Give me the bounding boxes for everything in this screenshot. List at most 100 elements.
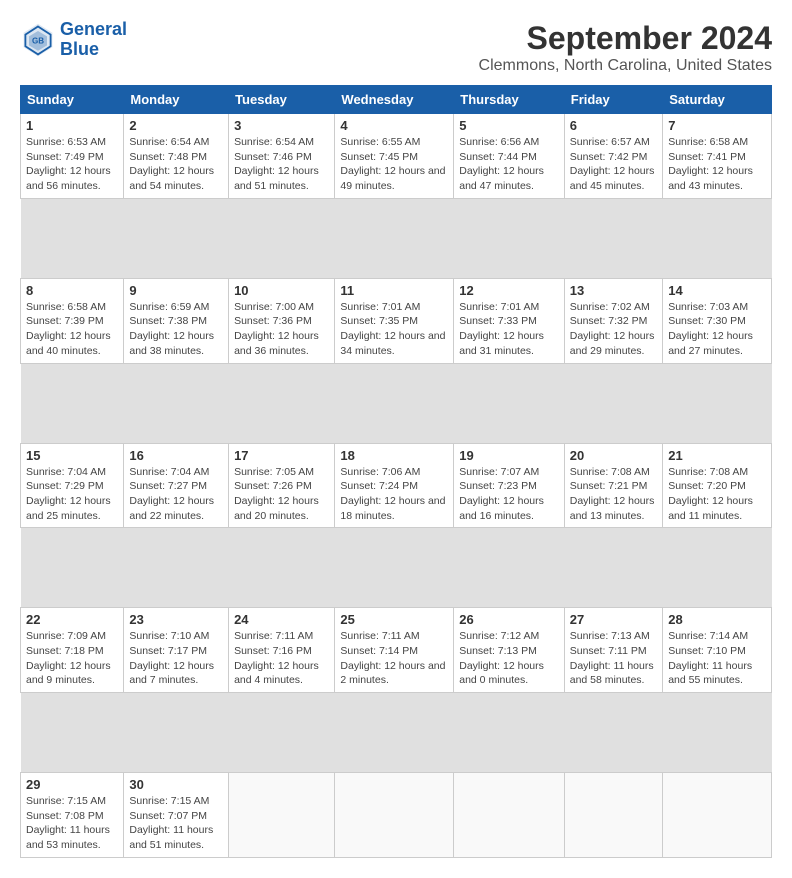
day-number: 15 xyxy=(26,448,118,463)
calendar-cell: 29 Sunrise: 7:15 AMSunset: 7:08 PMDaylig… xyxy=(21,773,124,858)
day-number: 16 xyxy=(129,448,223,463)
day-detail: Sunrise: 7:14 AMSunset: 7:10 PMDaylight:… xyxy=(668,630,752,686)
day-number: 1 xyxy=(26,118,118,133)
calendar-cell: 1 Sunrise: 6:53 AMSunset: 7:49 PMDayligh… xyxy=(21,114,124,199)
header-row: Sunday Monday Tuesday Wednesday Thursday… xyxy=(21,86,772,114)
calendar-cell: 30 Sunrise: 7:15 AMSunset: 7:07 PMDaylig… xyxy=(124,773,229,858)
day-number: 12 xyxy=(459,283,559,298)
calendar-cell: 28 Sunrise: 7:14 AMSunset: 7:10 PMDaylig… xyxy=(663,608,772,693)
calendar-cell: 3 Sunrise: 6:54 AMSunset: 7:46 PMDayligh… xyxy=(229,114,335,199)
calendar-cell: 4 Sunrise: 6:55 AMSunset: 7:45 PMDayligh… xyxy=(335,114,454,199)
title-area: September 2024 Clemmons, North Carolina,… xyxy=(479,20,772,75)
day-detail: Sunrise: 7:09 AMSunset: 7:18 PMDaylight:… xyxy=(26,630,111,686)
col-tuesday: Tuesday xyxy=(229,86,335,114)
day-number: 18 xyxy=(340,448,448,463)
calendar-cell: 25 Sunrise: 7:11 AMSunset: 7:14 PMDaylig… xyxy=(335,608,454,693)
day-number: 3 xyxy=(234,118,329,133)
day-number: 8 xyxy=(26,283,118,298)
calendar-cell: 16 Sunrise: 7:04 AMSunset: 7:27 PMDaylig… xyxy=(124,443,229,528)
header: GB General Blue September 2024 Clemmons,… xyxy=(20,20,772,75)
day-number: 24 xyxy=(234,612,329,627)
week-row-2: 8 Sunrise: 6:58 AMSunset: 7:39 PMDayligh… xyxy=(21,278,772,363)
calendar-cell: 14 Sunrise: 7:03 AMSunset: 7:30 PMDaylig… xyxy=(663,278,772,363)
day-detail: Sunrise: 7:15 AMSunset: 7:07 PMDaylight:… xyxy=(129,795,213,851)
day-detail: Sunrise: 7:06 AMSunset: 7:24 PMDaylight:… xyxy=(340,466,445,522)
day-detail: Sunrise: 7:04 AMSunset: 7:29 PMDaylight:… xyxy=(26,466,111,522)
day-detail: Sunrise: 6:57 AMSunset: 7:42 PMDaylight:… xyxy=(570,136,655,192)
day-detail: Sunrise: 7:01 AMSunset: 7:33 PMDaylight:… xyxy=(459,301,544,357)
subtitle: Clemmons, North Carolina, United States xyxy=(479,57,772,75)
calendar-cell: 6 Sunrise: 6:57 AMSunset: 7:42 PMDayligh… xyxy=(564,114,662,199)
day-number: 29 xyxy=(26,777,118,792)
calendar-cell: 18 Sunrise: 7:06 AMSunset: 7:24 PMDaylig… xyxy=(335,443,454,528)
day-detail: Sunrise: 7:10 AMSunset: 7:17 PMDaylight:… xyxy=(129,630,214,686)
col-monday: Monday xyxy=(124,86,229,114)
day-number: 13 xyxy=(570,283,657,298)
day-detail: Sunrise: 6:59 AMSunset: 7:38 PMDaylight:… xyxy=(129,301,214,357)
separator-cell xyxy=(21,528,772,608)
day-number: 10 xyxy=(234,283,329,298)
day-number: 30 xyxy=(129,777,223,792)
week-row-4: 22 Sunrise: 7:09 AMSunset: 7:18 PMDaylig… xyxy=(21,608,772,693)
day-number: 7 xyxy=(668,118,766,133)
logo-icon: GB xyxy=(20,22,56,58)
day-number: 27 xyxy=(570,612,657,627)
day-detail: Sunrise: 6:56 AMSunset: 7:44 PMDaylight:… xyxy=(459,136,544,192)
day-number: 11 xyxy=(340,283,448,298)
calendar-cell: 12 Sunrise: 7:01 AMSunset: 7:33 PMDaylig… xyxy=(454,278,565,363)
day-number: 21 xyxy=(668,448,766,463)
day-number: 20 xyxy=(570,448,657,463)
col-thursday: Thursday xyxy=(454,86,565,114)
day-detail: Sunrise: 6:58 AMSunset: 7:41 PMDaylight:… xyxy=(668,136,753,192)
week-row-5: 29 Sunrise: 7:15 AMSunset: 7:08 PMDaylig… xyxy=(21,773,772,858)
logo-text-general: General xyxy=(60,20,127,40)
calendar-cell: 26 Sunrise: 7:12 AMSunset: 7:13 PMDaylig… xyxy=(454,608,565,693)
calendar-cell: 11 Sunrise: 7:01 AMSunset: 7:35 PMDaylig… xyxy=(335,278,454,363)
calendar-cell: 9 Sunrise: 6:59 AMSunset: 7:38 PMDayligh… xyxy=(124,278,229,363)
day-detail: Sunrise: 6:54 AMSunset: 7:46 PMDaylight:… xyxy=(234,136,319,192)
week-separator xyxy=(21,528,772,608)
calendar-cell xyxy=(454,773,565,858)
day-number: 14 xyxy=(668,283,766,298)
day-number: 26 xyxy=(459,612,559,627)
separator-cell xyxy=(21,363,772,443)
calendar-cell: 19 Sunrise: 7:07 AMSunset: 7:23 PMDaylig… xyxy=(454,443,565,528)
day-detail: Sunrise: 6:55 AMSunset: 7:45 PMDaylight:… xyxy=(340,136,445,192)
day-detail: Sunrise: 7:07 AMSunset: 7:23 PMDaylight:… xyxy=(459,466,544,522)
separator-cell xyxy=(21,693,772,773)
calendar-cell xyxy=(335,773,454,858)
col-sunday: Sunday xyxy=(21,86,124,114)
svg-text:GB: GB xyxy=(32,36,44,45)
day-number: 4 xyxy=(340,118,448,133)
calendar-cell: 5 Sunrise: 6:56 AMSunset: 7:44 PMDayligh… xyxy=(454,114,565,199)
day-number: 9 xyxy=(129,283,223,298)
day-number: 19 xyxy=(459,448,559,463)
day-detail: Sunrise: 6:54 AMSunset: 7:48 PMDaylight:… xyxy=(129,136,214,192)
calendar-cell: 2 Sunrise: 6:54 AMSunset: 7:48 PMDayligh… xyxy=(124,114,229,199)
day-detail: Sunrise: 6:58 AMSunset: 7:39 PMDaylight:… xyxy=(26,301,111,357)
day-number: 2 xyxy=(129,118,223,133)
day-detail: Sunrise: 7:00 AMSunset: 7:36 PMDaylight:… xyxy=(234,301,319,357)
calendar-cell: 8 Sunrise: 6:58 AMSunset: 7:39 PMDayligh… xyxy=(21,278,124,363)
day-number: 17 xyxy=(234,448,329,463)
week-row-3: 15 Sunrise: 7:04 AMSunset: 7:29 PMDaylig… xyxy=(21,443,772,528)
calendar-cell xyxy=(229,773,335,858)
day-detail: Sunrise: 7:01 AMSunset: 7:35 PMDaylight:… xyxy=(340,301,445,357)
day-detail: Sunrise: 7:08 AMSunset: 7:20 PMDaylight:… xyxy=(668,466,753,522)
day-detail: Sunrise: 7:05 AMSunset: 7:26 PMDaylight:… xyxy=(234,466,319,522)
day-detail: Sunrise: 7:03 AMSunset: 7:30 PMDaylight:… xyxy=(668,301,753,357)
day-detail: Sunrise: 7:13 AMSunset: 7:11 PMDaylight:… xyxy=(570,630,654,686)
week-separator xyxy=(21,693,772,773)
calendar-cell: 20 Sunrise: 7:08 AMSunset: 7:21 PMDaylig… xyxy=(564,443,662,528)
day-detail: Sunrise: 7:11 AMSunset: 7:16 PMDaylight:… xyxy=(234,630,319,686)
day-detail: Sunrise: 7:08 AMSunset: 7:21 PMDaylight:… xyxy=(570,466,655,522)
day-number: 22 xyxy=(26,612,118,627)
calendar-cell: 27 Sunrise: 7:13 AMSunset: 7:11 PMDaylig… xyxy=(564,608,662,693)
day-detail: Sunrise: 6:53 AMSunset: 7:49 PMDaylight:… xyxy=(26,136,111,192)
calendar-cell xyxy=(663,773,772,858)
calendar-cell: 7 Sunrise: 6:58 AMSunset: 7:41 PMDayligh… xyxy=(663,114,772,199)
week-row-1: 1 Sunrise: 6:53 AMSunset: 7:49 PMDayligh… xyxy=(21,114,772,199)
week-separator xyxy=(21,363,772,443)
day-number: 23 xyxy=(129,612,223,627)
logo-text-blue: Blue xyxy=(60,40,127,60)
